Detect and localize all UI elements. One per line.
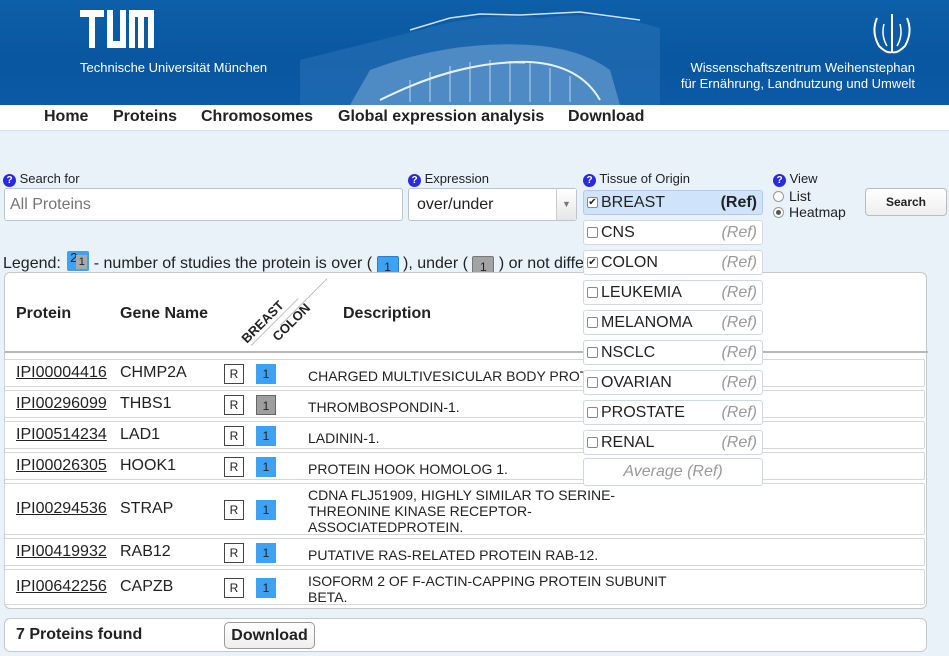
- checkbox-icon[interactable]: [587, 317, 598, 328]
- description: ISOFORM 2 OF F-ACTIN-CAPPING PROTEIN SUB…: [308, 573, 667, 605]
- tissue-option-colon[interactable]: ✔ COLON (Ref): [583, 250, 763, 275]
- gene-name: CHMP2A: [120, 364, 187, 381]
- reference-marker: R: [224, 543, 244, 563]
- reference-marker: R: [224, 426, 244, 446]
- tissue-option-renal[interactable]: RENAL (Ref): [583, 430, 763, 455]
- main-nav: Home Proteins Chromosomes Global express…: [0, 105, 949, 131]
- gene-name: STRAP: [120, 500, 174, 517]
- protein-link[interactable]: IPI00294536: [16, 500, 107, 518]
- result-count: 7 Proteins found: [16, 626, 143, 643]
- reference-marker: R: [224, 395, 244, 415]
- checkbox-icon[interactable]: [587, 407, 598, 418]
- table-row[interactable]: IPI00026305 HOOK1 R 1 PROTEIN HOOK HOMOL…: [4, 452, 925, 480]
- tissue-option-leukemia[interactable]: LEUKEMIA (Ref): [583, 280, 763, 305]
- gene-name: CAPZB: [120, 578, 174, 595]
- university-name: Technische Universität München: [80, 60, 268, 75]
- nav-global-expression[interactable]: Global expression analysis: [338, 108, 544, 126]
- checkbox-icon[interactable]: [587, 377, 598, 388]
- tissue-option-nsclc[interactable]: NSCLC (Ref): [583, 340, 763, 365]
- nav-proteins[interactable]: Proteins: [113, 108, 177, 126]
- protein-link[interactable]: IPI00004416: [16, 364, 107, 382]
- table-row[interactable]: IPI00419932 RAB12 R 1 PUTATIVE RAS-RELAT…: [4, 538, 925, 566]
- wzw-logo: [873, 14, 911, 54]
- search-label: ? Search for: [3, 171, 80, 187]
- checkbox-icon[interactable]: [587, 227, 598, 238]
- protein-link[interactable]: IPI00026305: [16, 457, 107, 475]
- help-icon[interactable]: ?: [773, 174, 786, 187]
- protein-link[interactable]: IPI00642256: [16, 578, 107, 596]
- tissue-option-prostate[interactable]: PROSTATE (Ref): [583, 400, 763, 425]
- tissue-option-cns[interactable]: CNS (Ref): [583, 220, 763, 245]
- gene-name: LAD1: [120, 426, 161, 443]
- expression-cell: 1: [256, 395, 276, 415]
- search-button[interactable]: Search: [865, 188, 947, 216]
- expression-cell: 1: [256, 457, 276, 477]
- col-header-gene: Gene Name: [120, 305, 209, 322]
- view-heatmap-radio[interactable]: Heatmap: [773, 204, 846, 220]
- table-row[interactable]: IPI00004416 CHMP2A R 1 CHARGED MULTIVESI…: [4, 359, 925, 387]
- nav-chromosomes[interactable]: Chromosomes: [201, 108, 313, 126]
- radio-selected-icon[interactable]: [773, 207, 784, 218]
- reference-marker: R: [224, 500, 244, 520]
- nav-home[interactable]: Home: [44, 108, 88, 126]
- description: PUTATIVE RAS-RELATED PROTEIN RAB-12.: [308, 547, 599, 563]
- description: CDNA FLJ51909, HIGHLY SIMILAR TO SERINE-…: [308, 487, 616, 535]
- reference-marker: R: [224, 578, 244, 598]
- gene-name: THBS1: [120, 395, 172, 412]
- gene-name: RAB12: [120, 543, 171, 560]
- tissue-option-melanoma[interactable]: MELANOMA (Ref): [583, 310, 763, 335]
- expression-cell: 1: [256, 578, 276, 598]
- site-header: Technische Universität München Wissensch…: [0, 0, 949, 105]
- expression-cell: 1: [256, 426, 276, 446]
- tissue-label: ? Tissue of Origin: [583, 171, 690, 187]
- expression-cell: 1: [256, 500, 276, 520]
- checkbox-icon[interactable]: [587, 347, 598, 358]
- tissue-option-ovarian[interactable]: OVARIAN (Ref): [583, 370, 763, 395]
- table-row[interactable]: IPI00514234 LAD1 R 1 LADININ-1.: [4, 421, 925, 449]
- checkbox-icon[interactable]: [587, 437, 598, 448]
- expression-select[interactable]: over/under ▼: [408, 188, 577, 221]
- tissue-option-breast[interactable]: ✔ BREAST (Ref): [583, 190, 763, 215]
- help-icon[interactable]: ?: [3, 174, 16, 187]
- checkbox-checked-icon[interactable]: ✔: [587, 197, 598, 208]
- view-list-radio[interactable]: List: [773, 188, 811, 204]
- building-skyline-illustration: [300, 11, 660, 105]
- col-header-protein: Protein: [16, 305, 72, 322]
- reference-marker: R: [224, 364, 244, 384]
- legend-sample-box: 2 1: [67, 250, 90, 271]
- header-separator: [5, 351, 928, 353]
- reference-marker: R: [224, 457, 244, 477]
- checkbox-checked-icon[interactable]: ✔: [587, 257, 598, 268]
- gene-name: HOOK1: [120, 457, 177, 474]
- tissue-average-ref[interactable]: Average (Ref): [583, 458, 763, 486]
- tum-logo: [80, 10, 154, 48]
- download-button[interactable]: Download: [224, 622, 315, 649]
- results-footer: 7 Proteins found Download: [4, 618, 927, 652]
- help-icon[interactable]: ?: [583, 174, 596, 187]
- table-row[interactable]: IPI00642256 CAPZB R 1 ISOFORM 2 OF F-ACT…: [4, 569, 925, 605]
- expression-label: ? Expression: [408, 171, 489, 187]
- search-input[interactable]: [4, 188, 403, 221]
- radio-icon[interactable]: [773, 191, 784, 202]
- expression-cell: 1: [256, 364, 276, 384]
- protein-link[interactable]: IPI00296099: [16, 395, 107, 413]
- col-header-description: Description: [343, 305, 432, 322]
- protein-link[interactable]: IPI00419932: [16, 543, 107, 561]
- chevron-down-icon: ▼: [556, 189, 576, 220]
- help-icon[interactable]: ?: [408, 174, 421, 187]
- nav-download[interactable]: Download: [568, 108, 644, 126]
- protein-link[interactable]: IPI00514234: [16, 426, 107, 444]
- institute-name: Wissenschaftszentrum Weihenstephan für E…: [680, 60, 915, 91]
- expression-cell: 1: [256, 543, 276, 563]
- view-label: ? View: [773, 171, 818, 187]
- checkbox-icon[interactable]: [587, 287, 598, 298]
- table-row[interactable]: IPI00294536 STRAP R 1 CDNA FLJ51909, HIG…: [4, 483, 925, 535]
- table-row[interactable]: IPI00296099 THBS1 R 1 THROMBOSPONDIN-1.: [4, 390, 925, 418]
